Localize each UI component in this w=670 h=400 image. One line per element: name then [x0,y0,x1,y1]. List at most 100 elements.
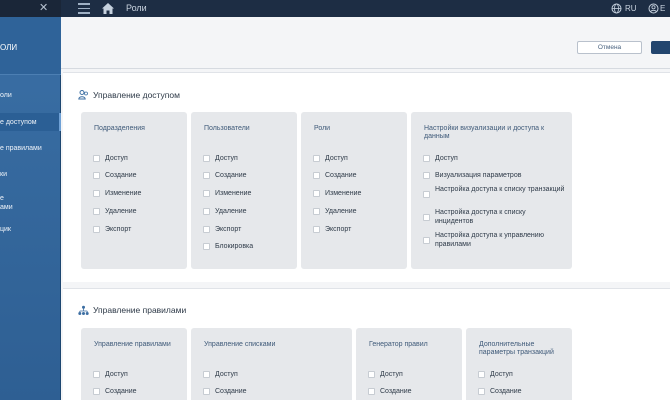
checkbox[interactable] [368,371,375,378]
section-rules-management: Управление правилами Управление правилам… [63,288,670,400]
checkbox[interactable] [203,155,210,162]
section-title: Управление правилами [93,305,187,315]
permission-option[interactable]: Настройка доступа к управлению правилами [423,231,568,251]
option-label: Доступ [380,371,403,378]
checkbox[interactable] [423,191,430,198]
checkbox[interactable] [313,155,320,162]
option-label: Удаление [105,208,137,215]
permission-option[interactable]: Доступ [93,154,183,164]
sidebar-item-roles[interactable]: оли [0,91,61,100]
option-label: Создание [215,172,247,179]
checkbox[interactable] [93,172,100,179]
permission-option[interactable]: Экспорт [313,225,403,235]
permission-option[interactable]: Блокировка [203,242,293,252]
permission-option[interactable]: Изменение [93,189,183,199]
action-bar: Отмена [61,17,670,69]
checkbox[interactable] [478,371,485,378]
permission-option[interactable]: Удаление [93,207,183,217]
permission-option[interactable]: Удаление [313,207,403,217]
checkbox[interactable] [203,388,210,395]
card-title: Подразделения [94,125,145,132]
permission-card: Роли Доступ Создание Изменение Удаление … [301,112,407,269]
checkbox[interactable] [203,226,210,233]
permission-option[interactable]: Настройка доступа к списку транзакций [423,185,568,205]
permission-option[interactable]: Экспорт [93,225,183,235]
checkbox[interactable] [203,208,210,215]
user-name[interactable]: E [660,4,665,13]
checkbox[interactable] [93,208,100,215]
sidebar-item-5[interactable]: е ами [0,194,61,212]
home-icon[interactable] [101,2,115,15]
checkbox[interactable] [203,371,210,378]
checkbox[interactable] [423,172,430,179]
permission-option[interactable]: Экспорт [203,225,293,235]
card-title: Пользователи [204,125,250,132]
permission-option[interactable]: Визуализация параметров [423,171,568,181]
sidebar-item-rules-management[interactable]: е правилами [0,144,61,153]
permission-option[interactable]: Изменение [203,189,293,199]
permission-option[interactable]: Настройка доступа к списку инцидентов [423,208,568,228]
checkbox[interactable] [368,388,375,395]
option-label: Изменение [105,190,142,197]
checkbox[interactable] [313,190,320,197]
checkbox[interactable] [423,155,430,162]
permission-option[interactable]: Создание [368,387,458,397]
option-label: Доступ [435,155,458,162]
main-content: Отмена Управление доступом Подразделения… [61,17,670,400]
checkbox[interactable] [93,155,100,162]
permission-option[interactable]: Создание [313,171,403,181]
checkbox[interactable] [203,243,210,250]
checkbox[interactable] [93,190,100,197]
checkbox[interactable] [203,190,210,197]
permission-option[interactable]: Создание [478,387,568,397]
option-label: Экспорт [325,226,352,233]
language-selector[interactable]: RU [625,4,637,13]
checkbox[interactable] [423,237,430,244]
permission-option[interactable]: Доступ [423,154,568,164]
user-icon[interactable] [648,3,659,14]
option-label: Создание [325,172,357,179]
permission-option[interactable]: Доступ [203,154,293,164]
close-icon[interactable]: ✕ [39,2,48,14]
checkbox[interactable] [313,172,320,179]
permission-card: Генератор правил Доступ Создание [356,328,462,400]
hierarchy-icon [78,305,89,315]
checkbox[interactable] [203,172,210,179]
checkbox[interactable] [93,388,100,395]
sidebar-item-6[interactable]: цик [0,225,61,234]
option-label: Доступ [215,155,238,162]
permission-option[interactable]: Создание [203,387,348,397]
option-label: Доступ [105,371,128,378]
permission-option[interactable]: Доступ [368,370,458,380]
permission-option[interactable]: Изменение [313,189,403,199]
page-title: Роли [126,3,147,13]
sidebar-item-access-management[interactable]: е доступом [0,113,61,131]
permission-option[interactable]: Доступ [93,370,183,380]
section-title: Управление доступом [93,90,180,100]
permission-option[interactable]: Доступ [203,370,348,380]
permission-option[interactable]: Удаление [203,207,293,217]
save-button[interactable] [651,41,670,54]
sidebar-item-4[interactable]: ки [0,170,61,179]
card-title: Дополнительные параметры транзакций [479,341,554,356]
permission-option[interactable]: Создание [93,387,183,397]
option-label: Создание [380,388,412,395]
card-title: Генератор правил [369,341,428,348]
checkbox[interactable] [93,226,100,233]
sidebar-header: ОЛИ [0,17,61,75]
checkbox[interactable] [93,371,100,378]
permission-option[interactable]: Создание [203,171,293,181]
card-title: Настройки визуализации и доступа к данны… [424,125,545,140]
permission-option[interactable]: Доступ [313,154,403,164]
cancel-button[interactable]: Отмена [577,41,642,54]
section-access-management: Управление доступом Подразделения Доступ… [63,72,670,282]
checkbox[interactable] [423,214,430,221]
globe-icon[interactable] [611,3,622,14]
menu-icon[interactable] [78,3,90,14]
option-label: Удаление [215,208,247,215]
permission-option[interactable]: Доступ [478,370,568,380]
checkbox[interactable] [478,388,485,395]
checkbox[interactable] [313,208,320,215]
permission-option[interactable]: Создание [93,171,183,181]
checkbox[interactable] [313,226,320,233]
